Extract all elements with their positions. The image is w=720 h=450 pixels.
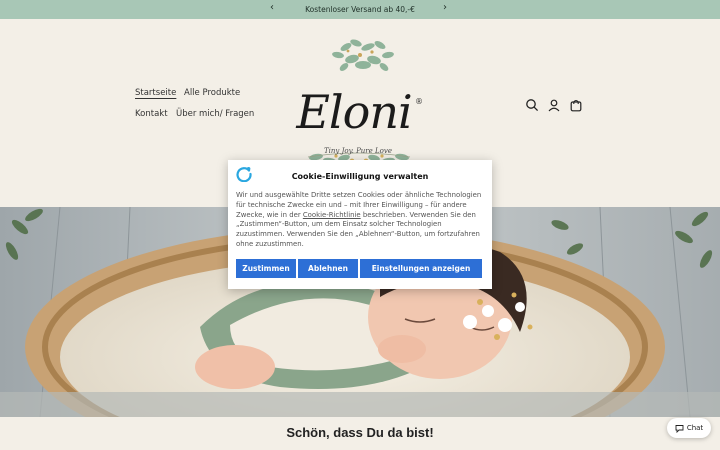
announcement-text: Kostenloser Versand ab 40,-€ [305, 5, 415, 14]
settings-button[interactable]: Einstellungen anzeigen [360, 259, 482, 278]
logo-tagline: Tiny Joy. Pure Love [324, 147, 392, 155]
nav-alle-produkte[interactable]: Alle Produkte [184, 88, 240, 98]
nav-kontakt[interactable]: Kontakt [135, 109, 168, 119]
cookie-consent-dialog: Cookie-Einwilligung verwalten Wir und au… [228, 160, 492, 289]
cart-icon[interactable] [569, 97, 583, 112]
accept-button[interactable]: Zustimmen [236, 259, 296, 278]
account-icon[interactable] [547, 97, 561, 112]
nav-ueber-mich[interactable]: Über mich/ Fragen [176, 109, 254, 119]
logo-registered-mark: ® [415, 97, 423, 106]
welcome-section: Schön, dass Du da bist! [0, 417, 720, 450]
cookie-dialog-text: Wir und ausgewählte Dritte setzen Cookie… [236, 191, 484, 250]
cookie-policy-link[interactable]: Cookie-Richtlinie [303, 211, 361, 219]
announcement-prev-arrow[interactable]: ‹ [270, 2, 274, 13]
chat-button[interactable]: Chat [667, 418, 711, 438]
cookie-dialog-title: Cookie-Einwilligung verwalten [291, 172, 429, 181]
chat-label: Chat [686, 424, 704, 432]
search-icon[interactable] [525, 97, 539, 112]
chat-bubble-icon [675, 424, 684, 433]
brand-logo[interactable]: Eloni ® Tiny Joy. Pure Love [288, 37, 428, 169]
logo-wordmark: Eloni [296, 85, 412, 139]
announcement-next-arrow[interactable]: › [443, 2, 447, 13]
announcement-bar: ‹ Kostenloser Versand ab 40,-€ › [0, 0, 720, 19]
nav-startseite[interactable]: Startseite [135, 88, 176, 98]
decline-button[interactable]: Ablehnen [298, 259, 358, 278]
consent-logo-icon [236, 167, 252, 182]
welcome-title: Schön, dass Du da bist! [286, 425, 434, 440]
